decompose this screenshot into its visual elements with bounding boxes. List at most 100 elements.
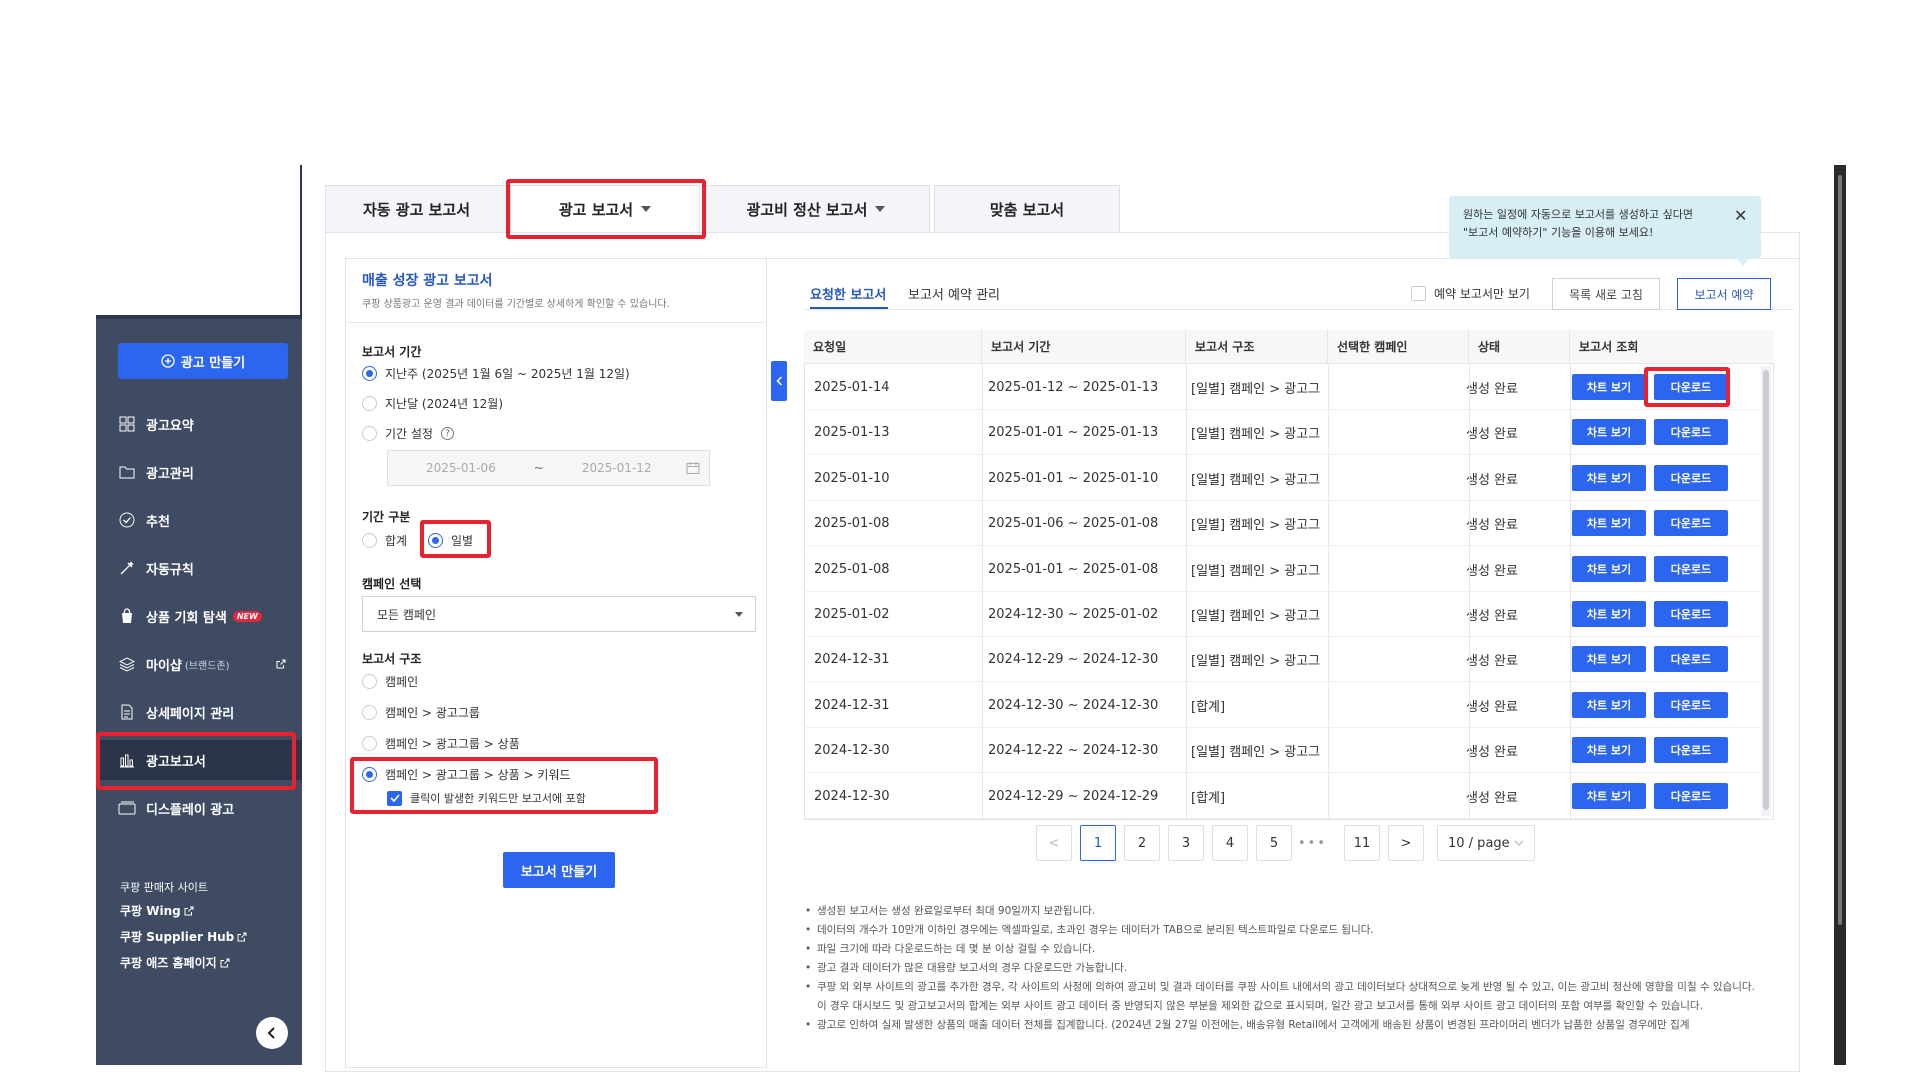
pagination-page[interactable]: 1 — [1080, 825, 1116, 861]
tab-auto-ad-report[interactable]: 자동 광고 보고서 — [325, 185, 508, 233]
download-button[interactable]: 다운로드 — [1654, 737, 1728, 764]
form-description: 쿠팡 상품광고 운영 결과 데이터를 기간별로 상세하게 확인할 수 있습니다. — [362, 299, 670, 310]
download-button[interactable]: 다운로드 — [1654, 555, 1728, 582]
keyword-click-checkbox[interactable]: 클릭이 발생한 키워드만 보고서에 포함 — [387, 790, 586, 806]
cell-report-structure: [일별] 캠페인 > 광고그 — [1191, 654, 1321, 670]
chart-view-button[interactable]: 차트 보기 — [1572, 646, 1646, 673]
radio-custom-period[interactable]: 기간 설정 ? — [362, 425, 454, 442]
caret-down-icon — [875, 206, 886, 212]
tab-ad-report[interactable]: 광고 보고서 — [510, 185, 700, 233]
create-ad-button[interactable]: 광고 만들기 — [118, 343, 288, 379]
create-report-button[interactable]: 보고서 만들기 — [503, 852, 615, 888]
download-button[interactable]: 다운로드 — [1654, 374, 1728, 400]
pagination-prev[interactable]: < — [1036, 825, 1072, 861]
cell-report-structure: [합계] — [1191, 790, 1226, 806]
caret-down-icon — [641, 206, 652, 212]
sidebar-item-display-ad[interactable]: 디스플레이 광고 — [96, 788, 302, 828]
tab-ad-cost-report[interactable]: 광고비 정산 보고서 — [702, 185, 930, 233]
tab-label: 광고비 정산 보고서 — [746, 200, 868, 219]
radio-structure-product[interactable]: 캠페인 > 광고그룹 > 상품 — [362, 735, 520, 752]
chart-view-button[interactable]: 차트 보기 — [1572, 464, 1646, 491]
table-row: 2025-01-02 2024-12-30 ~ 2025-01-02 [일별] 캠페… — [804, 592, 1762, 637]
window-scrollbar-thumb[interactable] — [1838, 175, 1842, 925]
external-link-icon — [220, 958, 230, 967]
chart-view-button[interactable]: 차트 보기 — [1572, 555, 1646, 582]
page-size-select[interactable]: 10 / page — [1437, 825, 1535, 861]
cell-status: 생성 완료 — [1466, 699, 1518, 715]
sidebar-item-ad-report[interactable]: 광고보고서 — [96, 740, 302, 780]
radio-structure-adgroup[interactable]: 캠페인 > 광고그룹 — [362, 704, 480, 721]
tooltip-line-1: 원하는 일정에 자동으로 보고서를 생성하고 싶다면 — [1463, 208, 1694, 221]
link-supplier-hub[interactable]: 쿠팡 Supplier Hub — [120, 928, 247, 945]
chart-view-button[interactable]: 차트 보기 — [1572, 510, 1646, 537]
form-collapse-button[interactable] — [771, 361, 787, 401]
chart-view-button[interactable]: 차트 보기 — [1572, 737, 1646, 764]
chevron-down-icon — [1514, 840, 1524, 846]
pagination-next[interactable]: > — [1388, 825, 1424, 861]
campaign-select-value: 모든 캠페인 — [377, 607, 437, 622]
table-row: 2024-12-31 2024-12-30 ~ 2024-12-30 [합계] 생성 … — [804, 683, 1762, 728]
sidebar-collapse-button[interactable] — [256, 1017, 288, 1049]
campaign-select[interactable]: 모든 캠페인 — [362, 596, 756, 632]
chart-view-button[interactable]: 차트 보기 — [1572, 601, 1646, 627]
radio-last-week[interactable]: 지난주 (2025년 1월 6일 ~ 2025년 1월 12일) — [362, 365, 630, 382]
schedule-report-button[interactable]: 보고서 예약 — [1677, 278, 1771, 310]
radio-daily[interactable]: 일별 — [428, 532, 473, 549]
radio-structure-keyword[interactable]: 캠페인 > 광고그룹 > 상품 > 키워드 — [362, 766, 571, 783]
th-request-date: 요청일 — [804, 330, 982, 364]
chart-view-button[interactable]: 차트 보기 — [1572, 691, 1646, 718]
radio-structure-campaign[interactable]: 캠페인 — [362, 673, 418, 690]
download-button[interactable]: 다운로드 — [1654, 782, 1728, 809]
help-icon[interactable]: ? — [440, 427, 454, 440]
sidebar-item-product-opportunity[interactable]: 상품 기회 탐색 NEW — [96, 596, 302, 636]
pagination-page[interactable]: 11 — [1344, 825, 1380, 861]
radio-circle — [362, 366, 377, 381]
tab-schedule-management[interactable]: 보고서 예약 관리 — [908, 284, 1000, 303]
pagination-page[interactable]: 3 — [1168, 825, 1204, 861]
link-wing[interactable]: 쿠팡 Wing — [120, 902, 194, 919]
chart-view-button[interactable]: 차트 보기 — [1572, 782, 1646, 809]
radio-total[interactable]: 합계 — [362, 532, 407, 549]
cell-report-period: 2025-01-01 ~ 2025-01-10 — [988, 470, 1159, 486]
link-ads-homepage[interactable]: 쿠팡 애즈 홈페이지 — [120, 954, 230, 971]
tab-custom-report[interactable]: 맞춤 보고서 — [934, 185, 1120, 233]
sidebar-item-detail-page[interactable]: 상세페이지 관리 — [96, 692, 302, 732]
date-range-input[interactable]: 2025-01-06 ~ 2025-01-12 — [387, 450, 710, 486]
download-button[interactable]: 다운로드 — [1654, 646, 1728, 673]
chart-view-button[interactable]: 차트 보기 — [1572, 419, 1646, 446]
download-button[interactable]: 다운로드 — [1654, 691, 1728, 718]
sidebar-item-sublabel: (브랜드존) — [184, 660, 230, 672]
pagination-ellipsis[interactable]: ••• — [1298, 836, 1327, 851]
pagination-page[interactable]: 2 — [1124, 825, 1160, 861]
tab-label: 맞춤 보고서 — [989, 200, 1065, 219]
download-button[interactable]: 다운로드 — [1654, 601, 1728, 627]
radio-circle — [428, 533, 443, 548]
cell-report-structure: [일별] 캠페인 > 광고그 — [1191, 609, 1321, 624]
chart-view-button[interactable]: 차트 보기 — [1572, 374, 1646, 400]
refresh-list-button[interactable]: 목록 새로 고침 — [1552, 278, 1660, 310]
tab-label: 광고 보고서 — [558, 200, 634, 219]
download-button[interactable]: 다운로드 — [1654, 464, 1728, 491]
check-icon — [389, 794, 400, 802]
structure-label: 보고서 구조 — [362, 652, 422, 666]
sidebar-item-ad-management[interactable]: 광고관리 — [96, 452, 302, 492]
pagination-page[interactable]: 5 — [1256, 825, 1292, 861]
radio-last-month[interactable]: 지난달 (2024년 12월) — [362, 395, 503, 412]
sidebar-item-auto-rules[interactable]: 자동규칙 — [96, 548, 302, 588]
pagination-page[interactable]: 4 — [1212, 825, 1248, 861]
tooltip-close-icon[interactable]: ✕ — [1734, 206, 1747, 225]
only-scheduled-checkbox[interactable]: 예약 보고서만 보기 — [1411, 285, 1530, 302]
cell-request-date: 2025-01-02 — [814, 607, 890, 622]
sidebar-item-label: 광고관리 — [146, 466, 194, 482]
sidebar-item-summary[interactable]: 광고요약 — [96, 404, 302, 444]
sidebar-item-recommend[interactable]: 추천 — [96, 500, 302, 540]
th-report-period: 보고서 기간 — [982, 330, 1186, 364]
cell-request-date: 2024-12-31 — [814, 697, 890, 713]
download-button[interactable]: 다운로드 — [1654, 510, 1728, 537]
download-button[interactable]: 다운로드 — [1654, 419, 1728, 446]
tab-requested-reports[interactable]: 요청한 보고서 — [810, 284, 886, 303]
wand-icon — [118, 559, 136, 577]
table-scrollbar-thumb[interactable] — [1763, 370, 1769, 810]
sidebar-item-myshop[interactable]: 마이샵 (브랜드존) — [96, 644, 302, 684]
cell-request-date: 2025-01-08 — [814, 516, 890, 532]
